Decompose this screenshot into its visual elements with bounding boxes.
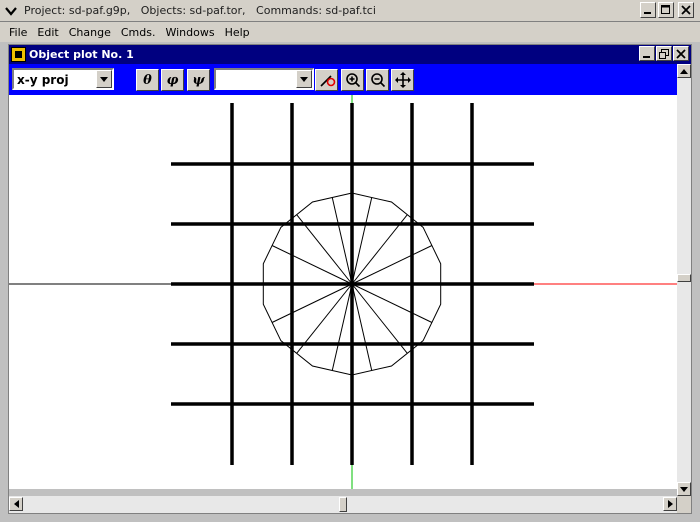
child-title: Object plot No. 1: [29, 48, 134, 61]
chevron-down-icon[interactable]: [296, 70, 312, 88]
pan-icon[interactable]: [391, 69, 414, 91]
close-icon[interactable]: [678, 2, 694, 18]
minimize-icon[interactable]: [640, 2, 656, 18]
menu-help[interactable]: Help: [220, 26, 255, 39]
horizontal-scrollbar[interactable]: [9, 496, 677, 513]
zoom-out-icon[interactable]: [366, 69, 389, 91]
phi-button[interactable]: φ: [161, 69, 184, 91]
restore-icon[interactable]: [656, 46, 672, 61]
zoom-in-icon[interactable]: [341, 69, 364, 91]
plot-toolbar: x-y proj θ φ ψ: [9, 64, 677, 95]
app-title: Project: sd-paf.g9p, Objects: sd-paf.tor…: [24, 4, 376, 17]
scroll-up-icon[interactable]: [677, 64, 691, 78]
scrollbar-corner: [677, 496, 691, 513]
projection-select[interactable]: x-y proj: [12, 68, 114, 90]
rotate-view-icon[interactable]: [315, 69, 338, 91]
chevron-down-icon[interactable]: [96, 70, 112, 88]
menu-windows[interactable]: Windows: [160, 26, 219, 39]
theta-button[interactable]: θ: [136, 69, 159, 91]
menu-change[interactable]: Change: [64, 26, 116, 39]
menu-file[interactable]: File: [0, 26, 32, 39]
app-logo-icon[interactable]: [11, 47, 26, 62]
horizontal-scroll-thumb[interactable]: [339, 497, 347, 512]
object-spoke: [351, 245, 433, 285]
child-titlebar: Object plot No. 1: [9, 45, 691, 64]
psi-button[interactable]: ψ: [187, 69, 210, 91]
maximize-icon[interactable]: [658, 2, 674, 18]
object-spoke: [271, 283, 353, 323]
vertical-scroll-thumb[interactable]: [677, 274, 691, 282]
menu-edit[interactable]: Edit: [32, 26, 63, 39]
plot-canvas[interactable]: [9, 95, 677, 489]
vertical-scrollbar[interactable]: [677, 64, 691, 496]
object-plot-window: Object plot No. 1 x-y proj θ φ ψ: [8, 44, 692, 514]
menu-bar: File Edit Change Cmds. Windows Help: [0, 22, 700, 42]
projection-value: x-y proj: [17, 73, 69, 87]
plot-svg[interactable]: [9, 95, 677, 489]
chevron-down-icon[interactable]: [2, 2, 20, 20]
angle-select[interactable]: [214, 68, 314, 90]
menu-cmds[interactable]: Cmds.: [116, 26, 161, 39]
close-icon[interactable]: [673, 46, 689, 61]
scroll-down-icon[interactable]: [677, 482, 691, 496]
scroll-right-icon[interactable]: [663, 497, 677, 511]
minimize-icon[interactable]: [639, 46, 655, 61]
app-titlebar: Project: sd-paf.g9p, Objects: sd-paf.tor…: [0, 0, 700, 22]
object-spoke: [351, 283, 433, 323]
scroll-left-icon[interactable]: [9, 497, 23, 511]
object-spoke: [271, 245, 353, 285]
